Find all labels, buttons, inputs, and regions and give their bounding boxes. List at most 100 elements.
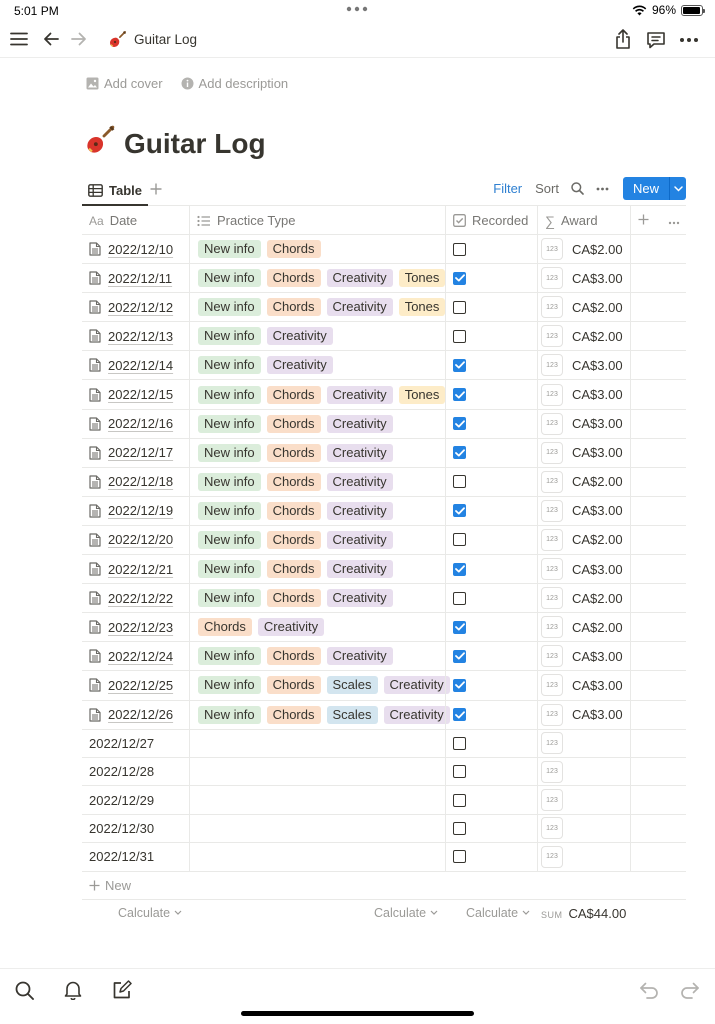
recorded-checkbox[interactable] bbox=[453, 417, 466, 431]
add-view-icon[interactable] bbox=[150, 180, 162, 200]
number-format-icon[interactable]: 123 bbox=[541, 470, 563, 493]
column-header-award[interactable]: ∑ Award bbox=[537, 206, 630, 235]
recorded-checkbox[interactable] bbox=[453, 271, 466, 285]
page-title[interactable]: Guitar Log bbox=[84, 124, 266, 163]
search-icon[interactable] bbox=[13, 979, 35, 1001]
practice-type-cell[interactable] bbox=[189, 814, 445, 843]
date-cell[interactable]: 2022/12/23 bbox=[82, 613, 189, 641]
recorded-checkbox[interactable] bbox=[453, 533, 466, 547]
award-cell[interactable]: 123 CA$3.00 bbox=[537, 496, 630, 525]
table-row[interactable]: 2022/12/18 New info Chords Creativity 123 CA$… bbox=[82, 467, 686, 497]
practice-type-cell[interactable]: New info Chords Creativity bbox=[189, 525, 445, 555]
guitar-icon[interactable] bbox=[84, 124, 116, 163]
recorded-checkbox[interactable] bbox=[453, 708, 466, 722]
award-cell[interactable]: 123 CA$2.00 bbox=[537, 525, 630, 555]
number-format-icon[interactable]: 123 bbox=[541, 616, 563, 639]
column-header-date[interactable]: Aa Date bbox=[82, 206, 189, 235]
date-cell[interactable]: 2022/12/15 bbox=[82, 380, 189, 408]
number-format-icon[interactable]: 123 bbox=[541, 645, 563, 668]
practice-type-cell[interactable]: Chords Creativity bbox=[189, 613, 445, 642]
table-row[interactable]: 2022/12/11 New info Chords Creativity Tones 1… bbox=[82, 264, 686, 294]
recorded-checkbox[interactable] bbox=[453, 446, 466, 460]
column-header-recorded[interactable]: Recorded bbox=[445, 206, 537, 235]
practice-type-cell[interactable]: New info Chords Creativity Tones bbox=[189, 264, 446, 293]
table-row[interactable]: 2022/12/10 New info Chords 123 CA$2.00 bbox=[82, 235, 686, 265]
number-format-icon[interactable]: 123 bbox=[541, 558, 563, 581]
chevron-down-icon[interactable] bbox=[669, 177, 686, 200]
award-cell[interactable]: 123 bbox=[537, 757, 630, 786]
award-cell[interactable]: 123 CA$3.00 bbox=[537, 409, 630, 438]
table-row[interactable]: 2022/12/29 123 bbox=[82, 786, 686, 815]
table-row[interactable]: 2022/12/13 New info Creativity 123 CA$2.00 bbox=[82, 322, 686, 352]
number-format-icon[interactable]: 123 bbox=[541, 296, 563, 319]
award-cell[interactable]: 123 CA$3.00 bbox=[537, 438, 630, 467]
award-cell[interactable]: 123 CA$3.00 bbox=[537, 700, 630, 729]
date-cell[interactable]: 2022/12/21 bbox=[82, 555, 189, 583]
award-cell[interactable]: 123 bbox=[537, 814, 630, 843]
recorded-checkbox[interactable] bbox=[453, 562, 466, 576]
table-row[interactable]: 2022/12/12 New info Chords Creativity Tones 1… bbox=[82, 293, 686, 323]
number-format-icon[interactable]: 123 bbox=[541, 383, 563, 406]
number-format-icon[interactable]: 123 bbox=[541, 499, 563, 522]
date-cell[interactable]: 2022/12/20 bbox=[82, 526, 189, 554]
date-cell[interactable]: 2022/12/24 bbox=[82, 642, 189, 670]
recorded-checkbox[interactable] bbox=[453, 821, 466, 835]
recorded-checkbox[interactable] bbox=[453, 678, 466, 692]
award-cell[interactable]: 123 CA$3.00 bbox=[537, 264, 630, 293]
home-indicator[interactable] bbox=[241, 1011, 474, 1016]
table-row[interactable]: 2022/12/26 New info Chords Scales Creativity… bbox=[82, 700, 686, 730]
recorded-checkbox[interactable] bbox=[453, 300, 466, 314]
menu-icon[interactable] bbox=[9, 29, 29, 49]
table-row[interactable]: 2022/12/19 New info Chords Creativity 123 CA$… bbox=[82, 496, 686, 526]
table-row[interactable]: 2022/12/28 123 bbox=[82, 757, 686, 787]
award-cell[interactable]: 123 CA$2.00 bbox=[537, 322, 630, 351]
practice-type-cell[interactable]: New info Chords Creativity bbox=[189, 467, 445, 496]
date-cell[interactable]: 2022/12/13 bbox=[82, 322, 189, 350]
date-cell[interactable]: 2022/12/31 bbox=[82, 843, 189, 870]
award-sum[interactable]: SUM CA$44.00 bbox=[541, 906, 626, 921]
recorded-checkbox[interactable] bbox=[453, 649, 466, 663]
add-description-button[interactable]: Add description bbox=[181, 76, 288, 91]
back-arrow-icon[interactable] bbox=[41, 29, 61, 49]
add-row-button[interactable]: New bbox=[82, 872, 686, 900]
date-cell[interactable]: 2022/12/27 bbox=[82, 730, 189, 757]
practice-type-cell[interactable]: New info Chords Creativity bbox=[189, 438, 445, 467]
practice-type-cell[interactable]: New info Chords Creativity Tones bbox=[189, 293, 446, 322]
share-icon[interactable] bbox=[612, 28, 634, 50]
number-format-icon[interactable]: 123 bbox=[541, 528, 563, 551]
award-cell[interactable]: 123 CA$3.00 bbox=[537, 555, 630, 584]
recorded-checkbox[interactable] bbox=[453, 736, 466, 750]
compose-icon[interactable] bbox=[111, 979, 133, 1001]
add-property-icon[interactable] bbox=[638, 213, 649, 228]
recorded-checkbox[interactable] bbox=[453, 242, 466, 256]
new-entry-button[interactable]: New bbox=[622, 177, 686, 200]
page-breadcrumb[interactable]: Guitar Log bbox=[108, 30, 197, 49]
practice-type-cell[interactable]: New info Creativity bbox=[189, 351, 445, 380]
table-row[interactable]: 2022/12/15 New info Chords Creativity Tones 1… bbox=[82, 380, 686, 410]
practice-type-cell[interactable]: New info Chords Creativity bbox=[189, 642, 445, 671]
practice-type-cell[interactable]: New info Chords Creativity bbox=[189, 409, 445, 438]
calculate-date-button[interactable]: Calculate bbox=[118, 906, 182, 920]
recorded-checkbox[interactable] bbox=[453, 329, 466, 343]
date-cell[interactable]: 2022/12/10 bbox=[82, 235, 189, 263]
recorded-checkbox[interactable] bbox=[453, 591, 466, 605]
practice-type-cell[interactable]: New info Creativity bbox=[189, 322, 445, 351]
practice-type-cell[interactable] bbox=[189, 757, 445, 786]
number-format-icon[interactable]: 123 bbox=[541, 412, 563, 435]
practice-type-cell[interactable]: New info Chords Creativity Tones bbox=[189, 380, 446, 409]
date-cell[interactable]: 2022/12/12 bbox=[82, 293, 189, 321]
award-cell[interactable]: 123 CA$2.00 bbox=[537, 584, 630, 613]
number-format-icon[interactable]: 123 bbox=[541, 703, 563, 726]
number-format-icon[interactable]: 123 bbox=[541, 325, 563, 348]
date-cell[interactable]: 2022/12/26 bbox=[82, 701, 189, 729]
table-row[interactable]: 2022/12/23 Chords Creativity 123 CA$2.00 bbox=[82, 613, 686, 643]
table-row[interactable]: 2022/12/21 New info Chords Creativity 123 CA$… bbox=[82, 555, 686, 585]
tab-table[interactable]: Table bbox=[82, 176, 148, 206]
table-row[interactable]: 2022/12/17 New info Chords Creativity 123 CA$… bbox=[82, 438, 686, 468]
table-row[interactable]: 2022/12/31 123 bbox=[82, 843, 686, 872]
number-format-icon[interactable]: 123 bbox=[541, 817, 563, 840]
comment-icon[interactable] bbox=[645, 29, 667, 51]
date-cell[interactable]: 2022/12/14 bbox=[82, 351, 189, 379]
number-format-icon[interactable]: 123 bbox=[541, 760, 563, 783]
number-format-icon[interactable]: 123 bbox=[541, 789, 563, 812]
